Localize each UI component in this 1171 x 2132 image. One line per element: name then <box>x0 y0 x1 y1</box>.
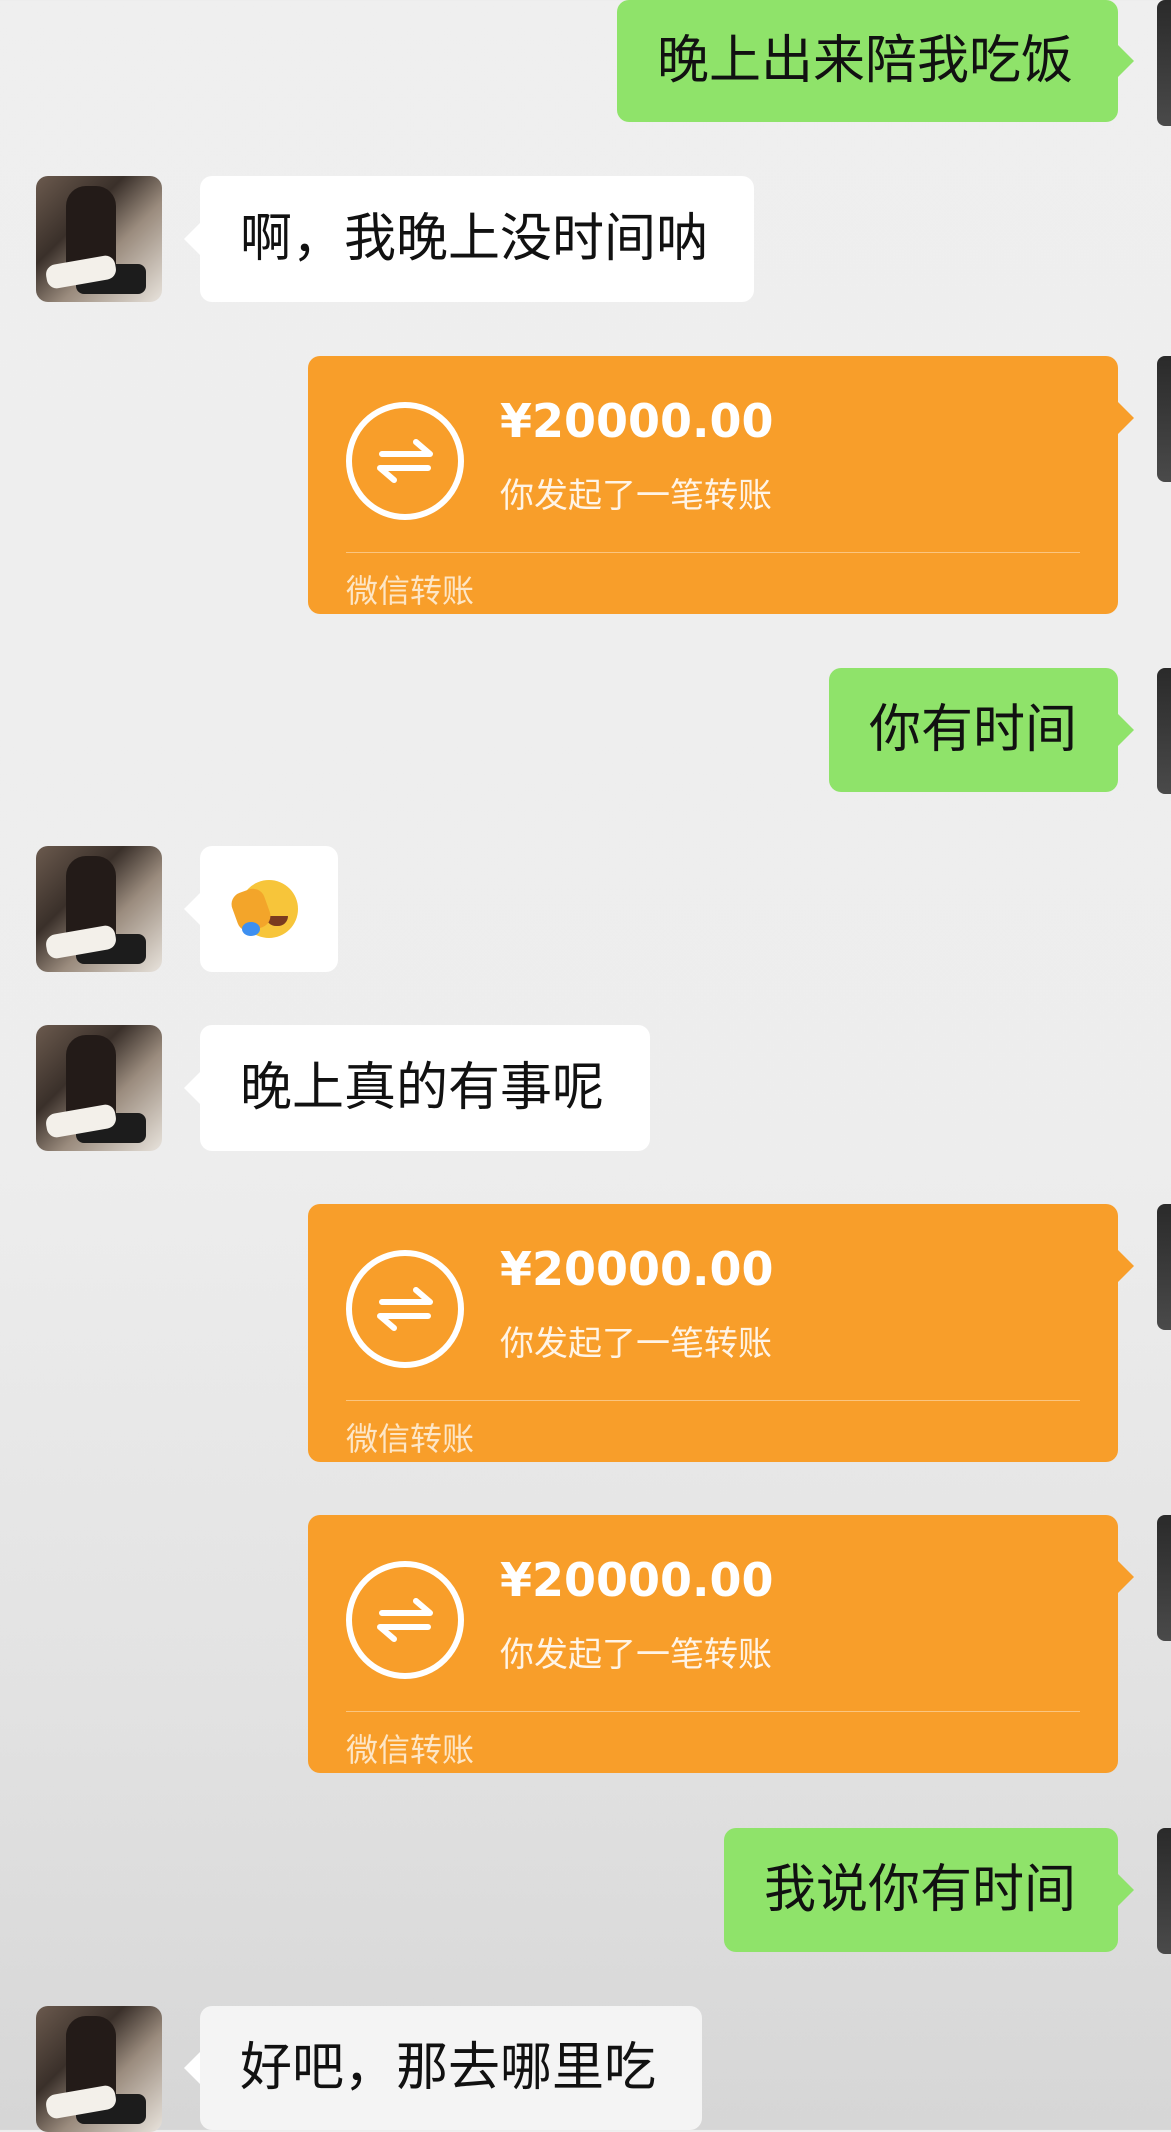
transfer-footer-label: 微信转账 <box>346 1420 475 1458</box>
contact-avatar[interactable] <box>36 846 162 972</box>
transfer-divider <box>346 1711 1080 1712</box>
transfer-description: 你发起了一笔转账 <box>500 476 772 516</box>
incoming-emoji-bubble[interactable] <box>184 846 338 972</box>
self-avatar[interactable] <box>1157 0 1171 126</box>
message-text: 你有时间 <box>869 700 1078 760</box>
outgoing-message-bubble[interactable]: 晚上出来陪我吃饭 <box>617 0 1134 122</box>
message-text: 我说你有时间 <box>764 1860 1077 1920</box>
self-avatar[interactable] <box>1157 1515 1171 1641</box>
transfer-description: 你发起了一笔转账 <box>500 1635 772 1675</box>
transfer-amount: ¥20000.00 <box>500 1242 774 1296</box>
transfer-card[interactable]: ¥20000.00 你发起了一笔转账 微信转账 <box>308 356 1134 614</box>
message-text: 啊，我晚上没时间呐 <box>240 209 709 269</box>
incoming-message-bubble[interactable]: 晚上真的有事呢 <box>184 1025 650 1151</box>
contact-avatar[interactable] <box>36 176 162 302</box>
transfer-footer-label: 微信转账 <box>346 1731 475 1769</box>
transfer-arrows-icon <box>346 402 464 520</box>
incoming-message-bubble[interactable]: 好吧，那去哪里吃 <box>184 2006 702 2130</box>
transfer-amount: ¥20000.00 <box>500 1553 774 1607</box>
transfer-divider <box>346 1400 1080 1401</box>
self-avatar[interactable] <box>1157 668 1171 794</box>
contact-avatar[interactable] <box>36 1025 162 1151</box>
message-text: 好吧，那去哪里吃 <box>240 2038 657 2098</box>
face-palm-laughing-emoji-icon <box>228 880 298 938</box>
transfer-description: 你发起了一笔转账 <box>500 1324 772 1364</box>
self-avatar[interactable] <box>1157 356 1171 482</box>
self-avatar[interactable] <box>1157 1204 1171 1330</box>
transfer-arrows-icon <box>346 1250 464 1368</box>
transfer-amount: ¥20000.00 <box>500 394 774 448</box>
incoming-message-bubble[interactable]: 啊，我晚上没时间呐 <box>184 176 754 302</box>
self-avatar[interactable] <box>1157 1828 1171 1954</box>
transfer-arrows-icon <box>346 1561 464 1679</box>
outgoing-message-bubble[interactable]: 我说你有时间 <box>724 1828 1134 1952</box>
message-text: 晚上出来陪我吃饭 <box>657 31 1074 91</box>
outgoing-message-bubble[interactable]: 你有时间 <box>829 668 1134 792</box>
transfer-footer-label: 微信转账 <box>346 572 475 610</box>
transfer-card[interactable]: ¥20000.00 你发起了一笔转账 微信转账 <box>308 1204 1134 1462</box>
transfer-divider <box>346 552 1080 553</box>
transfer-card[interactable]: ¥20000.00 你发起了一笔转账 微信转账 <box>308 1515 1134 1773</box>
contact-avatar[interactable] <box>36 2006 162 2132</box>
message-text: 晚上真的有事呢 <box>240 1058 605 1118</box>
